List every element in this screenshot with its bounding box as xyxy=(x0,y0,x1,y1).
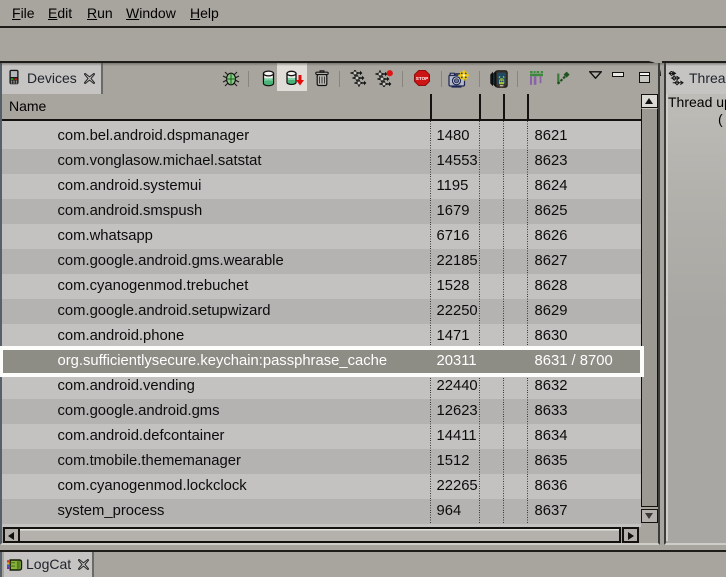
svg-text:STOP: STOP xyxy=(416,76,428,81)
